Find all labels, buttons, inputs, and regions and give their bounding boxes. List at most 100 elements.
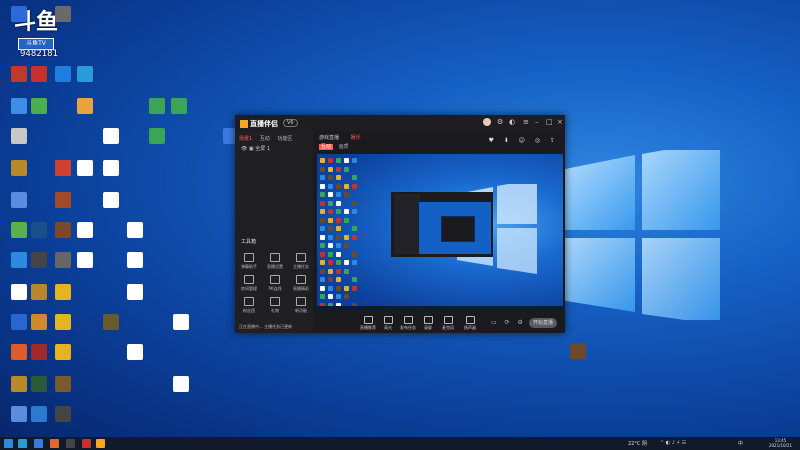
- clock[interactable]: 13:45 2021/10/21: [769, 438, 792, 448]
- streaming-taskbar-icon[interactable]: [96, 439, 105, 448]
- desktop-icon[interactable]: [166, 376, 196, 406]
- tool-item[interactable]: 直播精彩: [291, 275, 311, 292]
- tool-label: PK连线: [268, 286, 282, 291]
- tag-2[interactable]: 画质: [339, 144, 349, 150]
- tool-item[interactable]: 礼物: [265, 297, 285, 314]
- app-titlebar[interactable]: 直播伴侣 V6 ⚙ ◐ ≡ – □ ×: [235, 115, 565, 131]
- tab-function[interactable]: 功能区: [277, 136, 292, 142]
- desktop-icon-shortcut[interactable]: [563, 343, 593, 373]
- explorer-icon[interactable]: [34, 439, 43, 448]
- edge-icon[interactable]: [18, 439, 27, 448]
- skin-icon[interactable]: ◐: [509, 118, 515, 126]
- tool-item[interactable]: 粉丝团: [239, 297, 259, 314]
- preview-icon: [320, 268, 325, 274]
- settings-icon[interactable]: ⚙: [497, 118, 503, 126]
- scene-item[interactable]: 👁 ▣ 全屏 1: [241, 145, 270, 152]
- desktop-icon[interactable]: [96, 192, 126, 222]
- desktop-icon[interactable]: [96, 160, 126, 190]
- desktop-icon[interactable]: [48, 284, 78, 314]
- weather-text[interactable]: 22°C 阴: [628, 440, 647, 447]
- language-indicator[interactable]: 中: [738, 440, 743, 447]
- desktop-icon[interactable]: [4, 6, 34, 36]
- left-tabs: 场景1 互动 功能区: [239, 135, 298, 142]
- control-speaker[interactable]: 扬声器: [461, 316, 479, 331]
- tool-icon: [244, 253, 254, 262]
- control-extra-icons[interactable]: ▭ ⟳ ⚙: [491, 319, 526, 326]
- preview-icon: [336, 175, 341, 180]
- store-icon[interactable]: [50, 439, 59, 448]
- preview-icon: [336, 260, 341, 265]
- desktop-icon[interactable]: [164, 98, 194, 128]
- app-icon: [77, 98, 93, 114]
- desktop-icon[interactable]: [4, 128, 34, 158]
- tray-icons[interactable]: ⌃ ◐ ♪ ⚡ ☷: [660, 440, 686, 446]
- control-highlight[interactable]: 高光: [379, 316, 397, 331]
- tab-scene[interactable]: 场景1: [239, 136, 252, 142]
- stream-title[interactable]: 游戏直播: [319, 135, 339, 141]
- desktop-icon[interactable]: [96, 128, 126, 158]
- desktop-icon[interactable]: [70, 98, 100, 128]
- desktop-icon[interactable]: [70, 222, 100, 252]
- nested-inner-window: [441, 216, 475, 242]
- tool-item[interactable]: 新功能: [291, 297, 311, 314]
- preview-icon: [328, 166, 333, 172]
- desktop-icon[interactable]: [96, 314, 126, 344]
- desktop-icon[interactable]: [48, 406, 78, 436]
- streaming-app-window[interactable]: 直播伴侣 V6 ⚙ ◐ ≡ – □ × 场景1 互动 功能区 👁 ▣ 全屏 1 …: [235, 115, 565, 333]
- desktop-icon[interactable]: [48, 376, 78, 406]
- preview-icon: [344, 260, 349, 265]
- control-mic[interactable]: 麦克风: [439, 316, 457, 331]
- tag-1[interactable]: 互动: [319, 144, 334, 150]
- app-taskbar-icon[interactable]: [82, 439, 91, 448]
- desktop-icon[interactable]: [48, 314, 78, 344]
- tool-item[interactable]: 弹幕助手: [239, 253, 259, 270]
- start-icon[interactable]: [4, 439, 13, 448]
- desktop-icon[interactable]: [70, 66, 100, 96]
- desktop-icon[interactable]: [120, 222, 150, 252]
- preview-nested-window: [391, 192, 493, 257]
- control-publish[interactable]: 发布任务: [399, 316, 417, 331]
- tool-item[interactable]: PK连线: [265, 275, 285, 292]
- go-live-button[interactable]: 开始直播: [529, 318, 557, 328]
- desktop-icon[interactable]: [142, 128, 172, 158]
- tool-item[interactable]: 房间管理: [239, 275, 259, 292]
- media-icon[interactable]: [66, 439, 75, 448]
- desktop-icon[interactable]: [48, 6, 78, 36]
- tool-label: 直播设置: [267, 264, 283, 269]
- top-right-actions[interactable]: ♥ ⬇ ☺ ◎ ⇪: [488, 137, 559, 144]
- menu-icon[interactable]: ≡: [523, 118, 529, 126]
- desktop-icon[interactable]: [70, 252, 100, 282]
- avatar[interactable]: [483, 118, 491, 126]
- maximize-icon[interactable]: □: [546, 118, 553, 126]
- desktop-icon[interactable]: [48, 344, 78, 374]
- desktop-icon[interactable]: [4, 192, 34, 222]
- tool-label: 新功能: [295, 308, 307, 313]
- preview-icon: [328, 234, 333, 240]
- tab-interact[interactable]: 互动: [260, 136, 270, 142]
- preview-icon: [328, 175, 333, 180]
- close-icon[interactable]: ×: [557, 118, 563, 126]
- desktop-icon[interactable]: [24, 98, 54, 128]
- preview-icon: [336, 183, 341, 189]
- tool-item[interactable]: 直播设置: [265, 253, 285, 270]
- stream-preview[interactable]: [317, 154, 563, 311]
- app-icon: [55, 160, 71, 176]
- app-icon: [103, 192, 119, 208]
- desktop-icon[interactable]: [48, 192, 78, 222]
- stream-tag[interactable]: 娱乐: [351, 135, 361, 141]
- minimize-icon[interactable]: –: [535, 118, 539, 126]
- desktop-icon[interactable]: [4, 160, 34, 190]
- app-icon: [31, 66, 47, 82]
- preview-icon: [336, 158, 341, 163]
- desktop-icon[interactable]: [166, 314, 196, 344]
- control-record[interactable]: 录屏: [419, 316, 437, 331]
- desktop-icon[interactable]: [120, 344, 150, 374]
- app-icon: [31, 376, 47, 392]
- tool-item[interactable]: 主播任务: [291, 253, 311, 270]
- app-logo-icon: [240, 120, 248, 128]
- preview-icon: [336, 294, 341, 299]
- tool-icon: [244, 297, 254, 306]
- desktop-icon[interactable]: [120, 284, 150, 314]
- desktop-icon[interactable]: [120, 252, 150, 282]
- control-recommend[interactable]: 直播推荐: [359, 316, 377, 331]
